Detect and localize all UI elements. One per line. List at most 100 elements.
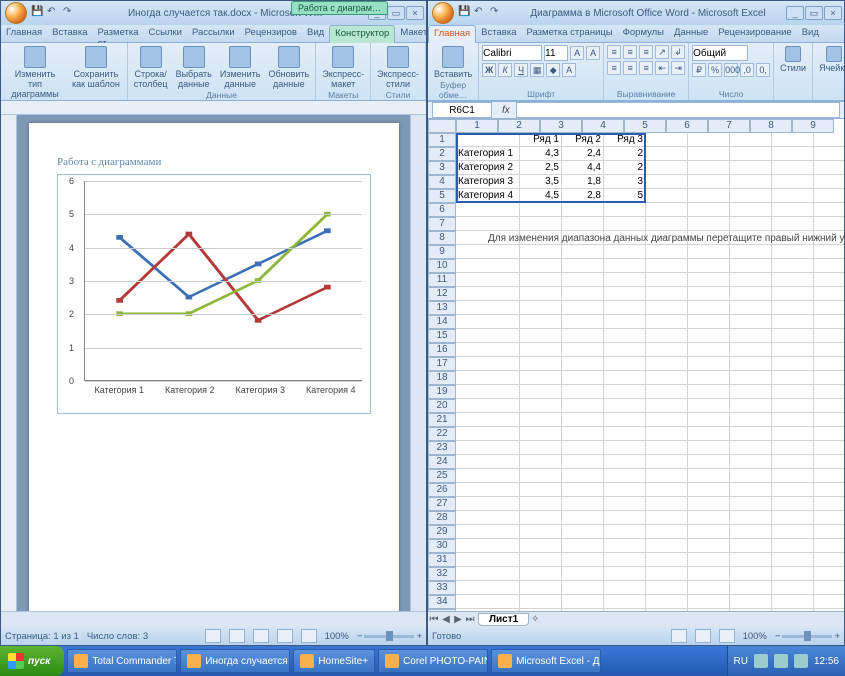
cell[interactable] [520, 259, 562, 273]
restore-button[interactable]: ▭ [805, 6, 823, 20]
cell[interactable] [688, 287, 730, 301]
ribbon-tab[interactable]: Главная [428, 25, 476, 43]
undo-icon[interactable]: ↶ [47, 6, 61, 20]
cell[interactable] [456, 245, 520, 259]
cell[interactable] [646, 147, 688, 161]
cell[interactable] [772, 511, 814, 525]
cell[interactable] [646, 441, 688, 455]
cell[interactable] [646, 455, 688, 469]
cell[interactable] [772, 525, 814, 539]
cell[interactable] [604, 203, 646, 217]
row-header[interactable]: 20 [428, 399, 456, 413]
cell[interactable] [814, 287, 844, 301]
cell[interactable] [604, 217, 646, 231]
cell[interactable] [456, 539, 520, 553]
cell[interactable] [562, 259, 604, 273]
cell[interactable] [646, 413, 688, 427]
cell[interactable] [688, 567, 730, 581]
row-header[interactable]: 29 [428, 525, 456, 539]
cell[interactable] [814, 175, 844, 189]
row-header[interactable]: 14 [428, 315, 456, 329]
cell[interactable] [814, 497, 844, 511]
styles-button[interactable]: Стили [777, 45, 809, 74]
cell[interactable] [604, 441, 646, 455]
cell[interactable] [814, 427, 844, 441]
cell[interactable] [646, 567, 688, 581]
cell[interactable] [456, 287, 520, 301]
cell[interactable] [730, 189, 772, 203]
cell[interactable] [604, 329, 646, 343]
row-header[interactable]: 5 [428, 189, 456, 203]
save-icon[interactable]: 💾 [31, 6, 45, 20]
cell[interactable] [456, 371, 520, 385]
cell[interactable] [814, 595, 844, 609]
cell[interactable] [814, 581, 844, 595]
cell[interactable] [730, 343, 772, 357]
cell[interactable] [688, 147, 730, 161]
cell[interactable] [730, 469, 772, 483]
minimize-button[interactable]: _ [786, 6, 804, 20]
ribbon-button[interactable]: Изменить тип диаграммы [4, 45, 66, 100]
tray-icon[interactable] [794, 654, 808, 668]
cell[interactable] [772, 245, 814, 259]
cell[interactable] [562, 455, 604, 469]
percent-icon[interactable]: % [708, 63, 722, 77]
font-name-input[interactable] [482, 45, 542, 61]
formula-input[interactable] [516, 102, 840, 118]
cell[interactable] [772, 595, 814, 609]
cell[interactable] [814, 441, 844, 455]
quick-access-toolbar[interactable]: 💾↶↷ [458, 6, 504, 20]
ribbon-tab[interactable]: Формулы [618, 25, 669, 42]
select-all-corner[interactable] [428, 119, 456, 133]
underline-icon[interactable]: Ч [514, 63, 528, 77]
sheet-tab[interactable]: Лист1 [478, 613, 529, 626]
fill-icon[interactable]: ◆ [546, 63, 560, 77]
cell[interactable] [688, 357, 730, 371]
cell[interactable]: Категория 3 [456, 175, 520, 189]
font-color-icon[interactable]: A [562, 63, 576, 77]
name-box[interactable] [432, 102, 492, 118]
row-header[interactable]: 6 [428, 203, 456, 217]
draft-view[interactable] [301, 629, 317, 643]
sheet-nav-last[interactable]: ⏭ [464, 614, 476, 625]
cell[interactable] [604, 581, 646, 595]
cell[interactable] [562, 217, 604, 231]
cell[interactable] [562, 483, 604, 497]
cell[interactable]: 5 [604, 189, 646, 203]
cell[interactable] [772, 609, 814, 611]
cell[interactable] [520, 371, 562, 385]
taskbar-button[interactable]: Corel PHOTO-PAINT … [378, 649, 488, 673]
cell[interactable] [604, 287, 646, 301]
border-icon[interactable]: ▦ [530, 63, 544, 77]
taskbar-button[interactable]: Total Commander 7.0… [67, 649, 177, 673]
cell[interactable] [814, 567, 844, 581]
cell[interactable] [730, 455, 772, 469]
cell[interactable] [520, 567, 562, 581]
ribbon-button[interactable]: Обновить данные [265, 45, 312, 90]
ribbon-button[interactable]: Сохранить как шаблон [68, 45, 124, 90]
cell[interactable] [814, 259, 844, 273]
cell[interactable] [772, 427, 814, 441]
cell[interactable] [772, 581, 814, 595]
ribbon-tab[interactable]: Конструктор [329, 25, 395, 43]
cell[interactable] [562, 511, 604, 525]
cell[interactable] [688, 315, 730, 329]
print-layout-view[interactable] [205, 629, 221, 643]
cell[interactable] [520, 287, 562, 301]
word-count[interactable]: Число слов: 3 [87, 631, 148, 642]
cell[interactable] [562, 301, 604, 315]
cell[interactable] [520, 245, 562, 259]
cell[interactable] [772, 287, 814, 301]
cell[interactable] [814, 511, 844, 525]
cell[interactable] [814, 539, 844, 553]
cell[interactable] [562, 497, 604, 511]
cell[interactable] [730, 287, 772, 301]
cell[interactable] [688, 581, 730, 595]
chart-tools-contextual-tab[interactable]: Работа с диаграм… [291, 1, 388, 15]
cell[interactable] [730, 511, 772, 525]
cell[interactable] [520, 203, 562, 217]
row-header[interactable]: 23 [428, 441, 456, 455]
cell[interactable] [814, 371, 844, 385]
taskbar-button[interactable]: Иногда случается т… [180, 649, 290, 673]
cell[interactable] [562, 553, 604, 567]
